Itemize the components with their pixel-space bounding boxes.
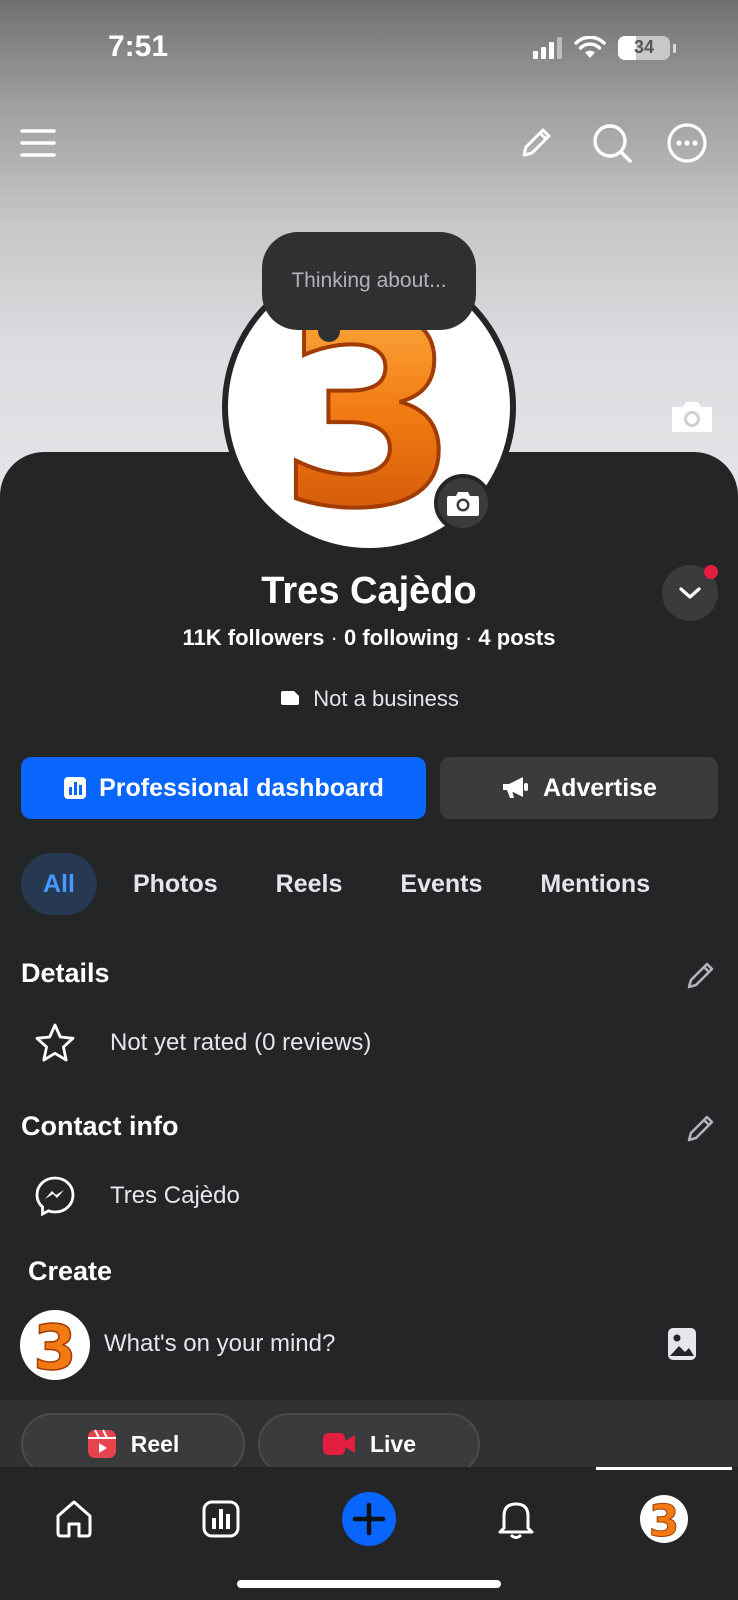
reel-icon [87,1429,116,1458]
active-tab-indicator [596,1467,732,1470]
composer-avatar-glyph: 3 [33,1311,76,1380]
category-label: Not a business [313,686,459,711]
live-button[interactable]: Live [258,1413,480,1475]
whats-on-your-mind-input[interactable]: What's on your mind? [104,1330,335,1358]
details-title: Details [21,958,110,988]
stats-separator: · [464,625,473,650]
professional-dashboard-label: Professional dashboard [99,773,384,802]
create-title: Create [28,1256,113,1286]
followers-label[interactable]: followers [228,625,325,650]
tab-photos[interactable]: Photos [111,853,240,915]
advertise-label: Advertise [543,773,657,802]
dashboard-icon[interactable] [189,1487,253,1551]
tab-reels[interactable]: Reels [254,853,365,915]
create-plus-icon[interactable] [337,1487,401,1551]
edit-details-pencil-icon[interactable] [684,958,718,992]
rating-text: Not yet rated (0 reviews) [110,1029,372,1056]
contact-info-title: Contact info [21,1111,179,1141]
followers-count[interactable]: 11K [183,625,222,650]
live-video-icon [322,1433,355,1455]
tab-events[interactable]: Events [378,853,504,915]
following-label[interactable]: following [362,625,459,650]
rating-row[interactable]: Not yet rated (0 reviews) [32,1020,371,1066]
notification-dot [704,565,718,579]
search-icon[interactable] [584,115,640,171]
status-time: 7:51 [108,30,169,63]
tab-all[interactable]: All [21,853,97,915]
star-icon [32,1020,78,1066]
profile-avatar-icon[interactable]: 3 [632,1487,696,1551]
hamburger-menu-icon[interactable] [10,115,66,171]
megaphone-icon [503,777,529,798]
photo-gallery-icon[interactable] [666,1326,698,1362]
page-category: Not a business [0,686,738,712]
dashboard-icon [64,777,87,799]
tab-mentions[interactable]: Mentions [518,853,672,915]
profile-avatar-glyph: 3 [649,1496,680,1544]
professional-dashboard-button[interactable]: Professional dashboard [21,757,426,819]
posts-count: 4 [478,625,491,650]
notifications-bell-icon[interactable] [484,1487,548,1551]
avatar-camera-icon[interactable] [434,474,492,532]
category-tag-icon [281,691,300,705]
thought-bubble-note[interactable]: Thinking about... [262,232,476,330]
profile-stats: 11K followers · 0 following · 4 posts [0,625,738,651]
following-count[interactable]: 0 [344,625,356,650]
stats-separator: · [330,625,338,650]
more-options-icon[interactable] [659,115,715,171]
battery-icon: 34 [618,36,670,60]
create-chips-bar: Reel Live [0,1400,738,1475]
messenger-name: Tres Cajèdo [110,1182,240,1209]
status-bar: 7:51 34 [0,0,738,100]
cover-camera-icon[interactable] [670,397,714,435]
cell-signal-icon [533,37,562,59]
advertise-button[interactable]: Advertise [440,757,718,819]
reel-button[interactable]: Reel [21,1413,245,1475]
pencil-icon[interactable] [508,115,564,171]
chevron-down-icon [679,587,701,599]
home-indicator [237,1580,501,1588]
live-label: Live [369,1430,417,1457]
reel-label: Reel [130,1430,180,1457]
thought-bubble-tail [318,320,340,342]
wifi-icon [574,36,606,58]
top-navigation [0,115,738,175]
profile-tabs: All Photos Reels Events Mentions [21,853,686,915]
profile-name: Tres Cajèdo [261,570,477,612]
battery-level: 34 [633,37,655,57]
edit-contact-pencil-icon[interactable] [684,1111,718,1145]
messenger-row[interactable]: Tres Cajèdo [32,1173,240,1219]
home-icon[interactable] [42,1487,106,1551]
posts-label: posts [496,625,556,650]
composer-avatar[interactable]: 3 [20,1310,90,1380]
messenger-icon [32,1173,78,1219]
